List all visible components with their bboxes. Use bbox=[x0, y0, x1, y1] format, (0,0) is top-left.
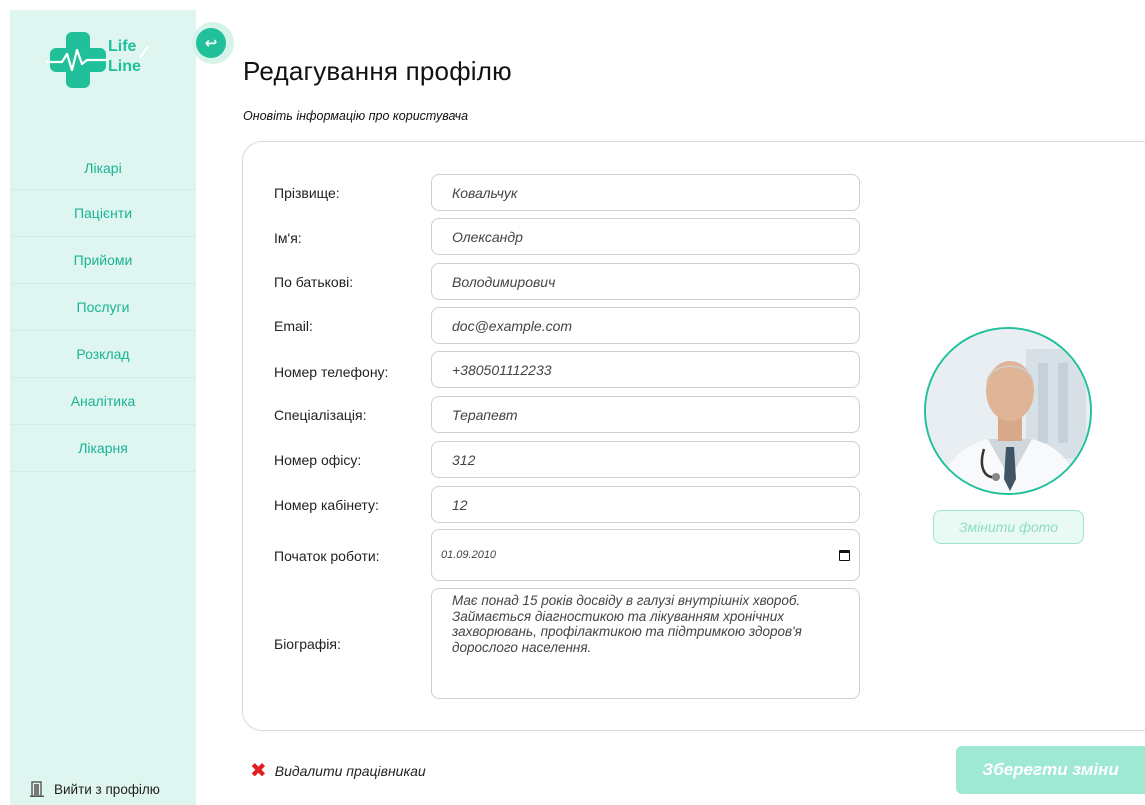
close-icon: ✖ bbox=[250, 760, 267, 782]
specialization-label: Спеціалізація: bbox=[274, 407, 367, 423]
bio-textarea[interactable]: Має понад 15 років досвіду в галузі внут… bbox=[431, 588, 860, 699]
cabinet-label: Номер кабінету: bbox=[274, 497, 379, 513]
change-photo-button[interactable]: Змінити фото bbox=[933, 510, 1084, 544]
phone-input[interactable]: +380501112233 bbox=[431, 351, 860, 388]
medical-cross-icon bbox=[46, 32, 149, 88]
cabinet-input[interactable]: 12 bbox=[431, 486, 860, 523]
calendar-icon[interactable] bbox=[839, 549, 850, 561]
first-name-label: Ім'я: bbox=[274, 230, 302, 246]
sidebar-item-services[interactable]: Послуги bbox=[10, 284, 196, 331]
delete-employee-button[interactable]: ✖ Видалити працівникаи bbox=[250, 761, 426, 781]
sidebar-item-schedule[interactable]: Розклад bbox=[10, 331, 196, 378]
start-date-label: Початок роботи: bbox=[274, 548, 380, 564]
door-icon bbox=[30, 781, 44, 797]
return-arrow-icon: ↩ bbox=[204, 34, 218, 52]
logout-label: Вийти з профілю bbox=[54, 781, 160, 797]
sidebar-nav: Лікарі Пацієнти Прийоми Послуги Розклад … bbox=[10, 146, 196, 472]
brand-line1: Life bbox=[108, 38, 137, 55]
sidebar-item-doctors[interactable]: Лікарі bbox=[10, 146, 196, 190]
doctor-avatar-image bbox=[926, 329, 1090, 493]
collapse-sidebar-button[interactable]: ↩ bbox=[192, 22, 234, 64]
brand-line2: Line bbox=[108, 58, 141, 75]
office-input[interactable]: 312 bbox=[431, 441, 860, 478]
logout-button[interactable]: Вийти з профілю bbox=[30, 781, 160, 797]
phone-label: Номер телефону: bbox=[274, 364, 389, 380]
start-date-input[interactable]: 01.09.2010 bbox=[431, 529, 860, 581]
sidebar-item-appointments[interactable]: Прийоми bbox=[10, 237, 196, 284]
email-input[interactable]: doc@example.com bbox=[431, 307, 860, 344]
page-subtitle: Оновіть інформацію про користувача bbox=[243, 109, 469, 123]
bio-label: Біографія: bbox=[274, 636, 341, 652]
page-title: Редагування профілю bbox=[243, 56, 512, 86]
middle-name-input[interactable]: Володимирович bbox=[431, 263, 860, 300]
office-label: Номер офісу: bbox=[274, 452, 362, 468]
specialization-input[interactable]: Терапевт bbox=[431, 396, 860, 433]
start-date-value: 01.09.2010 bbox=[441, 549, 497, 561]
sidebar-item-hospital[interactable]: Лікарня bbox=[10, 425, 196, 472]
delete-employee-label: Видалити працівникаи bbox=[274, 763, 426, 779]
sidebar: Life Line Лікарі Пацієнти Прийоми Послуг… bbox=[10, 10, 196, 805]
sidebar-item-analytics[interactable]: Аналітика bbox=[10, 378, 196, 425]
profile-photo bbox=[924, 327, 1092, 495]
sidebar-item-patients[interactable]: Пацієнти bbox=[10, 190, 196, 237]
last-name-input[interactable]: Ковальчук bbox=[431, 174, 860, 211]
life-line-logo[interactable]: Life Line bbox=[44, 28, 164, 92]
email-label: Email: bbox=[274, 318, 313, 334]
middle-name-label: По батькові: bbox=[274, 274, 354, 290]
save-changes-button[interactable]: Зберегти зміни bbox=[956, 746, 1145, 794]
last-name-label: Прізвище: bbox=[274, 185, 340, 201]
first-name-input[interactable]: Олександр bbox=[431, 218, 860, 255]
